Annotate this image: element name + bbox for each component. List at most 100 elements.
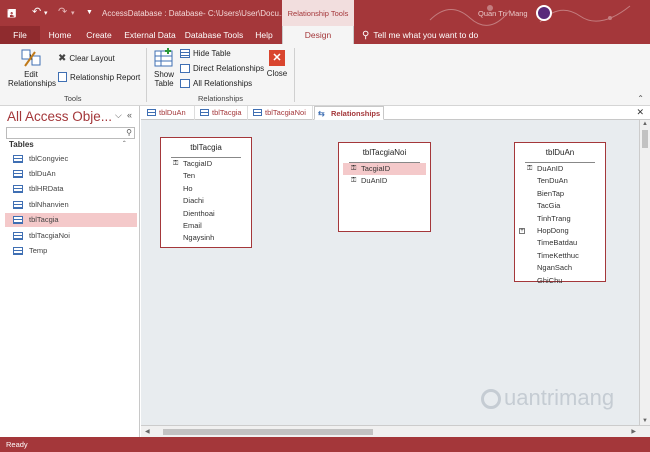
ribbon-tabs: File Home Create External Data Database …	[0, 26, 650, 44]
horizontal-scrollbar[interactable]: ◀ ▶	[141, 425, 650, 437]
doc-tab-tbltacgia[interactable]: tblTacgia	[196, 106, 248, 120]
undo-icon[interactable]: ↶	[32, 5, 41, 18]
doc-tab-tblduan[interactable]: tblDuAn	[143, 106, 195, 120]
tell-me-box[interactable]: ⚲ Tell me what you want to do	[362, 26, 478, 44]
field-row[interactable]: ⚿ DuAnID	[339, 175, 430, 187]
doc-tab-label: Relationships	[331, 109, 381, 118]
nav-menu-icon[interactable]: ⌵	[115, 110, 122, 121]
field-row[interactable]: NganSach	[515, 262, 605, 274]
field-label: NganSach	[537, 263, 573, 273]
list-item[interactable]: tblHRData	[5, 182, 137, 196]
tab-design[interactable]: Design	[282, 26, 354, 44]
list-item[interactable]: tblCongviec	[5, 152, 137, 166]
key-icon: ⚿	[173, 160, 179, 167]
field-label: DuAnID	[537, 164, 564, 173]
tab-database-tools[interactable]: Database Tools	[182, 26, 246, 44]
scrollbar-thumb[interactable]	[163, 429, 373, 435]
field-label: Email	[183, 220, 202, 230]
hide-table-button[interactable]: Hide Table	[180, 49, 231, 58]
tab-help[interactable]: Help	[250, 26, 278, 44]
field-row[interactable]: TenDuAn	[515, 175, 605, 187]
field-row[interactable]: TacGia	[515, 200, 605, 212]
clear-layout-icon: ✖	[58, 53, 67, 64]
doc-tab-relationships[interactable]: ⇆ Relationships	[314, 106, 384, 120]
key-icon: ⚿	[351, 165, 357, 172]
vertical-scrollbar[interactable]: ▲ ▼	[639, 120, 650, 425]
search-input[interactable]: ⚲	[6, 127, 135, 139]
field-row[interactable]: Ngaysinh	[161, 232, 251, 244]
close-icon[interactable]: ✕	[636, 107, 644, 118]
list-item-selected[interactable]: tblTacgia	[5, 213, 137, 227]
avatar[interactable]	[536, 5, 552, 21]
undo-dropdown-icon[interactable]: ▾	[44, 9, 48, 17]
expand-icon[interactable]: +	[519, 227, 525, 234]
watermark: uantrimang	[481, 385, 614, 411]
shutter-bar-icon[interactable]: «	[127, 110, 132, 120]
edit-relationships-button[interactable]: Edit Relationships	[8, 48, 56, 88]
nav-item-label: tblNhanvien	[29, 200, 69, 209]
table-box-tbltacgianoi[interactable]: tblTacgiaNoi ⚿ TacgiaID ⚿ DuAnID	[338, 142, 431, 232]
field-row[interactable]: ⚿ TacgiaID	[161, 158, 251, 170]
field-row[interactable]: Diachi	[161, 195, 251, 207]
field-label: Ho	[183, 183, 193, 193]
list-item[interactable]: tblDuAn	[5, 167, 137, 181]
direct-relationships-button[interactable]: Direct Relationships	[180, 64, 264, 73]
all-relationships-button[interactable]: All Relationships	[180, 79, 252, 88]
field-row-selected[interactable]: ⚿ TacgiaID	[343, 163, 426, 176]
scroll-down-icon[interactable]: ▼	[642, 418, 648, 424]
search-icon[interactable]: ⚲	[126, 128, 132, 137]
table-icon	[13, 155, 23, 163]
lightbulb-icon: ⚲	[362, 30, 370, 41]
scroll-right-icon[interactable]: ▶	[631, 428, 636, 435]
context-tab-relationship-tools: Relationship Tools	[282, 0, 354, 26]
list-item[interactable]: tblNhanvien	[5, 198, 137, 212]
field-row[interactable]: Dienthoai	[161, 208, 251, 220]
field-row[interactable]: TinhTrang	[515, 213, 605, 225]
scrollbar-thumb[interactable]	[642, 130, 648, 148]
save-icon[interactable]: 🖪	[7, 5, 16, 24]
show-table-button[interactable]: Show Table	[151, 48, 177, 88]
close-button[interactable]: ✕ Close	[264, 50, 290, 78]
field-label: HopDong	[537, 225, 569, 235]
table-box-title[interactable]: tblTacgia	[171, 138, 241, 158]
doc-tab-label: tblTacgiaNoi	[265, 108, 306, 117]
clear-layout-button[interactable]: ✖ Clear Layout	[58, 53, 115, 64]
scroll-left-icon[interactable]: ◀	[145, 428, 150, 435]
ribbon: Edit Relationships ✖ Clear Layout Relati…	[0, 44, 650, 106]
field-row[interactable]: BienTap	[515, 188, 605, 200]
key-icon: ⚿	[351, 177, 357, 185]
close-label: Close	[266, 69, 288, 78]
field-row[interactable]: Ten	[161, 170, 251, 182]
field-label: Ngaysinh	[183, 233, 215, 243]
field-row[interactable]: Email	[161, 220, 251, 232]
collapse-ribbon-icon[interactable]: ⌃	[637, 94, 644, 103]
tab-create[interactable]: Create	[80, 26, 118, 44]
edit-relationships-label-1: Edit	[24, 70, 38, 79]
redo-icon[interactable]: ↷	[58, 5, 67, 18]
list-item[interactable]: tblTacgiaNoi	[5, 229, 137, 243]
field-row[interactable]: + HopDong	[515, 225, 605, 237]
tab-file[interactable]: File	[0, 26, 40, 44]
watermark-logo-icon	[481, 389, 501, 410]
relationships-canvas[interactable]: tblTacgia ⚿ TacgiaID Ten Ho Diachi Dienth…	[141, 120, 639, 425]
scroll-up-icon[interactable]: ▲	[642, 121, 648, 127]
relationship-report-button[interactable]: Relationship Report	[58, 72, 140, 82]
chevron-up-icon[interactable]: ˆ	[123, 140, 126, 149]
field-row[interactable]: ⚿ DuAnID	[515, 163, 605, 175]
tab-home[interactable]: Home	[44, 26, 76, 44]
doc-tab-tbltacgianoi[interactable]: tblTacgiaNoi	[249, 106, 313, 120]
field-label: Ten	[183, 171, 196, 181]
tables-section-header[interactable]: Tables	[9, 140, 34, 149]
table-box-tbltacgia[interactable]: tblTacgia ⚿ TacgiaID Ten Ho Diachi Dienth…	[160, 137, 252, 248]
table-box-title[interactable]: tblTacgiaNoi	[349, 143, 420, 163]
field-row[interactable]: GhiChu	[515, 275, 605, 287]
customize-toolbar-icon[interactable]: ▼	[86, 9, 93, 16]
table-box-tblduan[interactable]: tblDuAn ⚿ DuAnID TenDuAn BienTap TacGia T…	[514, 142, 606, 285]
tab-external-data[interactable]: External Data	[122, 26, 178, 44]
field-row[interactable]: TimeBatdau	[515, 237, 605, 249]
field-row[interactable]: Ho	[161, 183, 251, 195]
nav-pane-title[interactable]: All Access Obje...	[7, 109, 112, 124]
list-item[interactable]: Temp	[5, 244, 137, 258]
table-box-title[interactable]: tblDuAn	[525, 143, 595, 163]
field-row[interactable]: TimeKetthuc	[515, 250, 605, 262]
